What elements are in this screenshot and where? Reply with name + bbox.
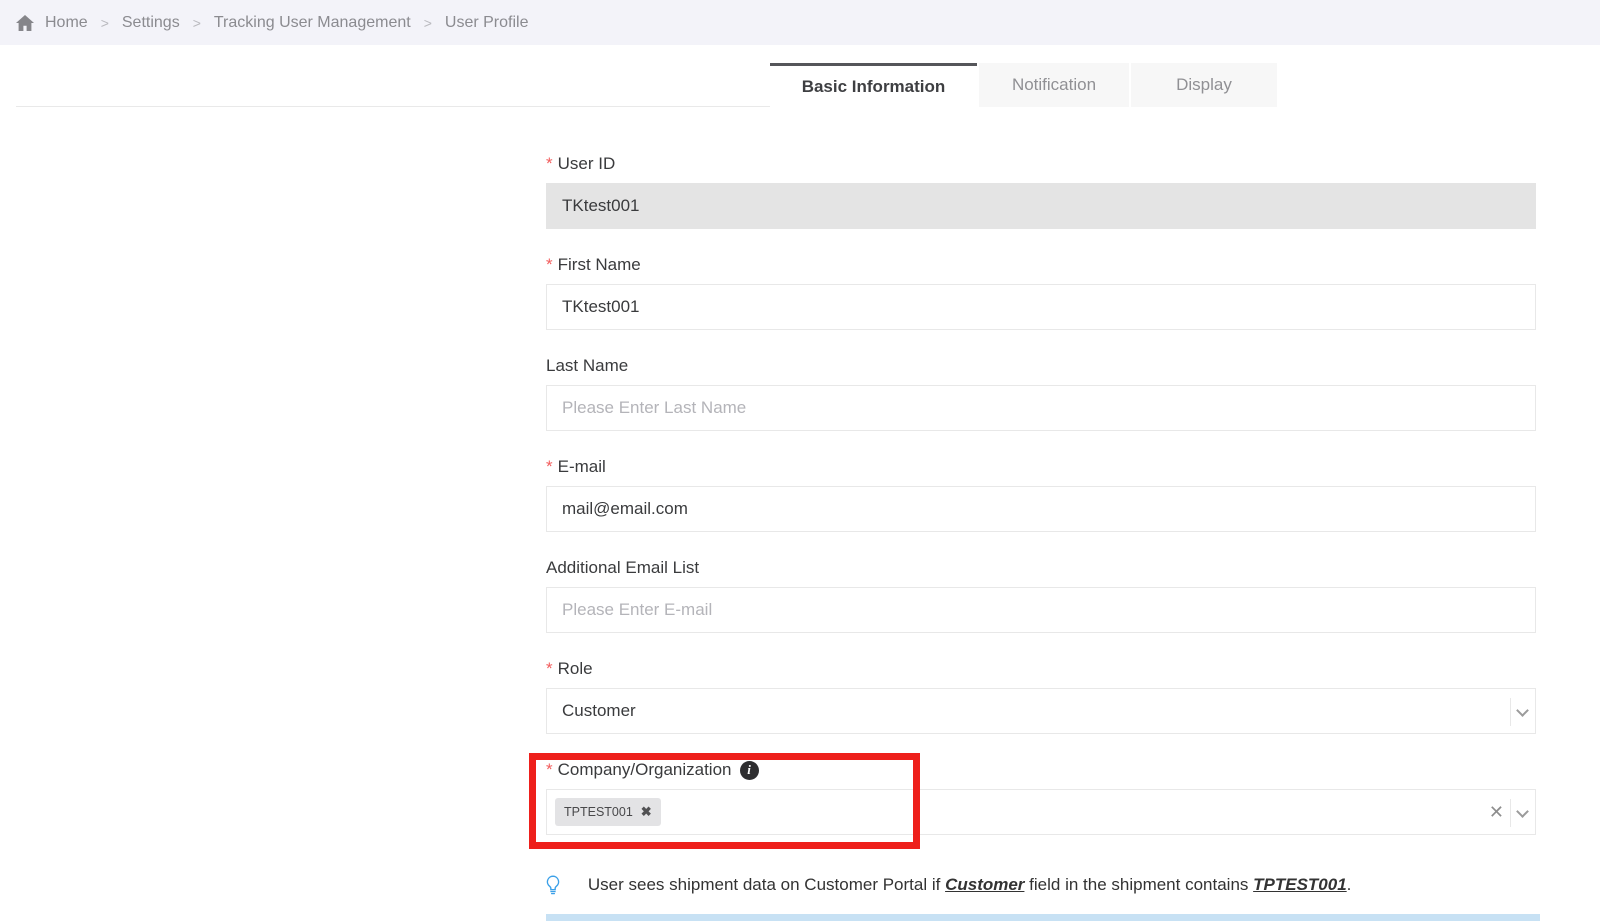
company-tag: TPTEST001 ✖ [555,798,661,826]
email-input[interactable] [546,486,1536,532]
field-company-organization: * Company/Organization i TPTEST001 ✖ ✕ [546,759,1536,835]
select-divider [1510,698,1511,726]
chevron-right-icon: > [193,15,201,31]
required-asterisk: * [546,457,553,477]
role-selected-value: Customer [562,701,636,721]
required-asterisk: * [546,659,553,679]
required-asterisk: * [546,255,553,275]
field-first-name: * First Name [546,254,1536,330]
breadcrumb-item-user-profile: User Profile [445,14,529,32]
select-divider [1510,799,1511,827]
tab-bar: Basic Information Notification Display [770,63,1277,107]
tab-basic-information[interactable]: Basic Information [770,63,977,107]
chevron-right-icon: > [101,15,109,31]
tab-underline [16,106,770,107]
user-profile-form: * User ID * First Name Last Name * E-mai… [546,153,1536,860]
lightbulb-icon [546,875,560,896]
email-label: * E-mail [546,456,1536,478]
first-name-label: * First Name [546,254,1536,276]
additional-email-input[interactable] [546,587,1536,633]
field-user-id: * User ID [546,153,1536,229]
chevron-down-icon[interactable] [1516,805,1529,818]
role-label: * Role [546,658,1536,680]
field-additional-email: Additional Email List [546,557,1536,633]
user-id-input [546,183,1536,229]
last-name-label: Last Name [546,355,1536,377]
user-id-label: * User ID [546,153,1536,175]
hint-customer-emphasis: Customer [945,875,1024,894]
breadcrumb-item-home[interactable]: Home [45,14,88,32]
tab-notification[interactable]: Notification [979,63,1129,107]
company-organization-select[interactable]: TPTEST001 ✖ ✕ [546,789,1536,835]
hint-text: User sees shipment data on Customer Port… [569,855,1351,915]
role-select[interactable]: Customer [546,688,1536,734]
field-last-name: Last Name [546,355,1536,431]
info-icon[interactable]: i [740,761,759,780]
hint-row: User sees shipment data on Customer Port… [546,855,1351,915]
required-asterisk: * [546,154,553,174]
chevron-down-icon[interactable] [1516,704,1529,717]
home-icon[interactable] [16,15,34,31]
tab-display[interactable]: Display [1131,63,1277,107]
tag-remove-icon[interactable]: ✖ [641,804,652,820]
breadcrumb-item-tracking-user-management[interactable]: Tracking User Management [214,14,411,32]
additional-email-label: Additional Email List [546,557,1536,579]
required-asterisk: * [546,760,553,780]
field-email: * E-mail [546,456,1536,532]
breadcrumb-item-settings[interactable]: Settings [122,14,180,32]
clear-selection-icon[interactable]: ✕ [1489,790,1504,834]
chevron-right-icon: > [424,15,432,31]
last-name-input[interactable] [546,385,1536,431]
company-tag-label: TPTEST001 [564,805,633,819]
first-name-input[interactable] [546,284,1536,330]
company-organization-label: * Company/Organization i [546,759,1536,781]
breadcrumb: Home > Settings > Tracking User Manageme… [0,0,1600,45]
info-alert-top-edge [546,914,1540,921]
field-role: * Role Customer [546,658,1536,734]
hint-tptest001-emphasis: TPTEST001 [1253,875,1347,894]
